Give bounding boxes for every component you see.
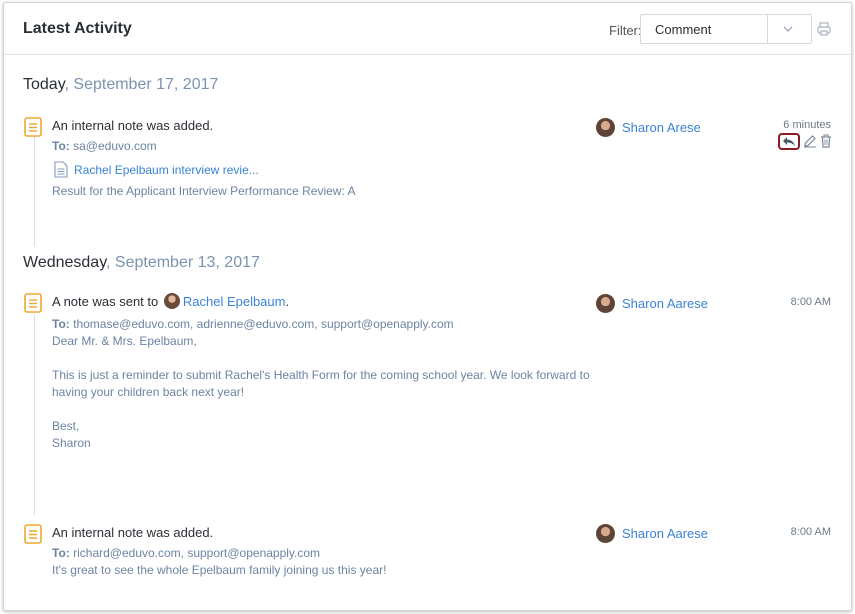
date-heading-wednesday: Wednesday, September 13, 2017: [23, 254, 260, 272]
avatar: [596, 118, 615, 137]
entry-body: Result for the Applicant Interview Perfo…: [52, 184, 356, 198]
entry-title: A note was sent to Rachel Epelbaum.: [52, 293, 289, 309]
body-line: Sharon: [52, 436, 91, 450]
to-label: To:: [52, 546, 70, 560]
note-icon: [24, 524, 42, 544]
recipient-link[interactable]: Rachel Epelbaum: [183, 294, 286, 309]
timeline-line: [34, 136, 35, 246]
day-label: Wednesday: [23, 254, 107, 271]
filter-dropdown[interactable]: Comment: [640, 14, 812, 44]
entry-body: It's great to see the whole Epelbaum fam…: [52, 563, 387, 577]
filter-label: Filter:: [609, 23, 642, 38]
date-heading-today: Today, September 17, 2017: [23, 76, 218, 94]
recipient-line: To: sa@eduvo.com: [52, 139, 157, 153]
to-label: To:: [52, 317, 70, 331]
message-body: Dear Mr. & Mrs. Epelbaum, This is just a…: [52, 333, 590, 452]
recipient-line: To: richard@eduvo.com, support@openapply…: [52, 546, 320, 560]
author-name[interactable]: Sharon Aarese: [622, 296, 708, 311]
filter-selected-value: Comment: [655, 22, 712, 37]
timeline-line: [34, 315, 35, 515]
document-icon: [54, 161, 68, 178]
note-icon: [24, 293, 42, 313]
chevron-down-icon: [783, 26, 793, 32]
author-name[interactable]: Sharon Aarese: [622, 526, 708, 541]
activity-panel: Latest Activity Filter: Comment Today, S…: [3, 2, 852, 611]
entry-time: 8:00 AM: [790, 296, 831, 308]
to-label: To:: [52, 139, 70, 153]
body-line: having your children back next year!: [52, 385, 245, 399]
recipient-avatar: [163, 293, 180, 309]
trash-icon[interactable]: [820, 134, 832, 148]
author-name[interactable]: Sharon Arese: [622, 120, 701, 135]
entry-title: An internal note was added.: [52, 525, 214, 540]
entry-title: An internal note was added.: [52, 118, 214, 133]
recipient-list: sa@eduvo.com: [73, 139, 157, 153]
entry-time: 8:00 AM: [790, 526, 831, 538]
body-line: Best,: [52, 419, 80, 433]
recipient-list: thomase@eduvo.com, adrienne@eduvo.com, s…: [73, 317, 454, 331]
attachment-link[interactable]: Rachel Epelbaum interview revie...: [74, 163, 259, 177]
entry-title-prefix: A note was sent to: [52, 294, 159, 309]
recipient-list: richard@eduvo.com, support@openapply.com: [73, 546, 321, 560]
body-line: Dear Mr. & Mrs. Epelbaum,: [52, 334, 197, 348]
panel-header: Latest Activity Filter: Comment: [4, 3, 851, 55]
reply-button[interactable]: [778, 133, 800, 150]
print-icon[interactable]: [816, 21, 832, 37]
edit-icon[interactable]: [803, 134, 817, 148]
note-icon: [24, 117, 42, 137]
reply-icon: [783, 137, 795, 146]
panel-title: Latest Activity: [23, 20, 132, 37]
entry-actions: [778, 130, 838, 152]
avatar: [596, 524, 615, 543]
filter-divider: [767, 15, 768, 43]
date-label: , September 17, 2017: [64, 76, 219, 93]
body-line: This is just a reminder to submit Rachel…: [52, 368, 590, 382]
recipient-line: To: thomase@eduvo.com, adrienne@eduvo.co…: [52, 317, 454, 331]
avatar: [596, 294, 615, 313]
day-label: Today: [23, 76, 65, 93]
entry-title-suffix: .: [285, 294, 290, 309]
date-label: , September 13, 2017: [106, 254, 260, 271]
